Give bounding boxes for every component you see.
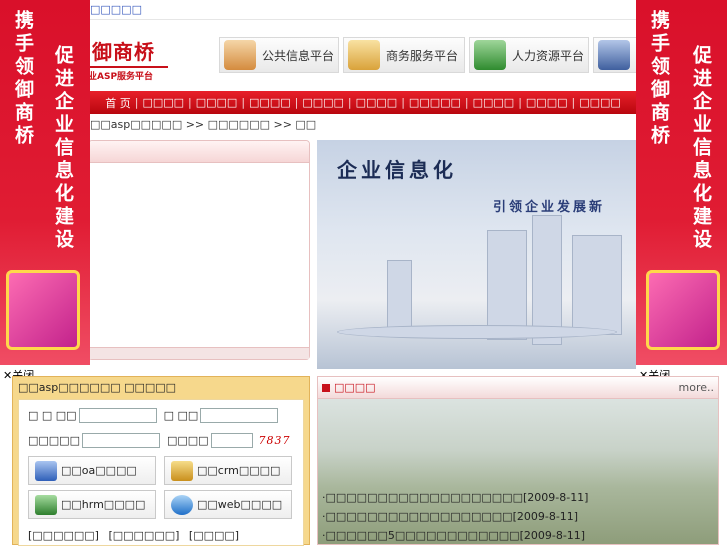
floating-ad-right[interactable]: 携手领御商桥 促进企业信息化建设 [636,0,727,365]
username-row: □ □ □□ □ □□ [28,408,279,423]
nav-item[interactable]: □□□□ [469,96,519,109]
building-shape [337,325,617,339]
bullet-icon [322,383,330,392]
left-panel-footer [89,347,309,359]
ad-text: 携手领御商桥 [648,10,670,148]
gift-box-icon [6,270,80,350]
ad-text: 携手领御商桥 [12,10,34,148]
oa-system-button[interactable]: □□oa□□□□ [28,456,156,485]
left-panel [88,140,310,360]
news-item[interactable]: ·□□□□□□□□□□□□□□□□□□[2009-8-11] [322,510,578,523]
nav-item-home[interactable]: 首 页 [101,95,135,111]
username-label: □ □ □□ [28,409,77,422]
news-item[interactable]: ·□□□□□□□□□□□□□□□□□□□[2009-8-11] [322,491,588,504]
company-row: □□□□□ □□□□ 7837 [28,433,291,448]
login-link[interactable]: [□□□□□□] [28,529,99,542]
logo-subtitle: 业ASP服务平台 [88,66,168,82]
platform-public-info-button[interactable]: 公共信息平台 [219,37,339,73]
house-icon [224,40,256,70]
nav-item[interactable]: □□□□ [245,96,295,109]
nav-separator: | [401,96,405,109]
hrm-system-button[interactable]: □□hrm□□□□ [28,490,156,519]
ad-text: 促进企业信息化建设 [52,45,74,252]
nav-item[interactable]: □□□□□ [405,96,465,109]
login-title: □□asp□□□□□□ □□□□□ [18,381,177,394]
nav-separator: | [134,96,139,109]
login-link[interactable]: [□□□□□□] [108,529,179,542]
news-title: □□□□ [334,381,376,394]
team-icon [35,494,57,515]
banner-slogan: 引领企业发展新 [493,200,606,215]
network-icon [35,460,57,481]
platform-label: 人力资源平台 [512,48,585,63]
banner-image: 企业信息化 引领企业发展新 [317,140,636,369]
main-nav: 首 页 | □□□□ | □□□□ | □□□□ | □□□□ | □□□□ | □□□□□… [90,91,636,114]
nav-item[interactable]: □□□□ [192,96,242,109]
news-header: □□□□ more.. [318,377,718,399]
platform-business-button[interactable]: 商务服务平台 [343,37,465,73]
login-form: □ □ □□ □ □□ □□□□□ □□□□ 7837 □□oa□□□□ □□c… [18,399,304,546]
platform-label: 商务服务平台 [386,48,459,63]
login-panel: □□asp□□□□□□ □□□□□ □ □ □□ □ □□ □□□□□ □□□□… [12,376,310,546]
captcha-input[interactable] [210,433,253,448]
breadcrumb: □□asp□□□□□ >> □□□□□□ >> □□ [90,118,317,131]
banner-title: 企业信息化 [337,158,457,182]
building-shape [387,260,412,330]
people-icon [474,40,506,70]
nav-item[interactable]: □□□□ [138,96,188,109]
ie-icon [171,494,193,515]
news-background-image [318,399,718,544]
logo[interactable]: 御商桥 业ASP服务平台 [88,22,170,86]
package-icon [348,40,380,70]
cash-register-icon [598,40,630,70]
nav-separator: | [347,96,352,109]
platform-finance-button[interactable] [593,37,637,73]
news-item[interactable]: ·□□□□□□5□□□□□□□□□□□□[2009-8-11] [322,529,585,542]
ad-text: 促进企业信息化建设 [690,45,712,252]
web-system-button[interactable]: □□web□□□□ [164,490,292,519]
captcha-image[interactable]: 7837 [259,434,291,447]
web-system-label: □□web□□□□ [197,498,283,511]
coins-icon [171,460,193,481]
top-strip: □□□□□ [0,0,727,20]
company-input[interactable] [81,433,160,448]
password-label: □ □□ [163,409,199,422]
company-label: □□□□□ [28,434,80,447]
password-input[interactable] [200,408,279,423]
oa-system-label: □□oa□□□□ [61,464,137,477]
nav-separator: | [188,96,192,109]
left-panel-header [89,141,309,163]
username-input[interactable] [78,408,157,423]
nav-separator: | [571,96,576,109]
gift-box-icon [646,270,720,350]
nav-separator: | [241,96,246,109]
hrm-system-label: □□hrm□□□□ [61,498,146,511]
crm-system-button[interactable]: □□crm□□□□ [164,456,292,485]
nav-separator: | [518,96,522,109]
nav-separator: | [294,96,299,109]
crm-system-label: □□crm□□□□ [197,464,281,477]
floating-ad-left[interactable]: 携手领御商桥 促进企业信息化建设 [0,0,90,365]
news-panel: □□□□ more.. ·□□□□□□□□□□□□□□□□□□□[2009-8-… [317,376,719,545]
nav-item[interactable]: □□□□ [575,96,625,109]
logo-text: 御商桥 [92,40,155,64]
nav-separator: | [464,96,469,109]
close-icon: ✕ [3,369,13,382]
building-shape [572,235,622,335]
code-label: □□□□ [166,434,209,447]
top-link[interactable]: □□□□□ [90,3,142,16]
building-shape [487,230,527,340]
nav-item[interactable]: □□□□ [298,96,348,109]
more-link[interactable]: more.. [679,381,715,394]
login-link[interactable]: [□□□□] [189,529,239,542]
nav-item[interactable]: □□□□ [522,96,572,109]
platform-label: 公共信息平台 [262,48,335,63]
login-links: [□□□□□□] [□□□□□□] [□□□□] [28,529,245,542]
platform-hr-button[interactable]: 人力资源平台 [469,37,589,73]
nav-item[interactable]: □□□□ [352,96,402,109]
